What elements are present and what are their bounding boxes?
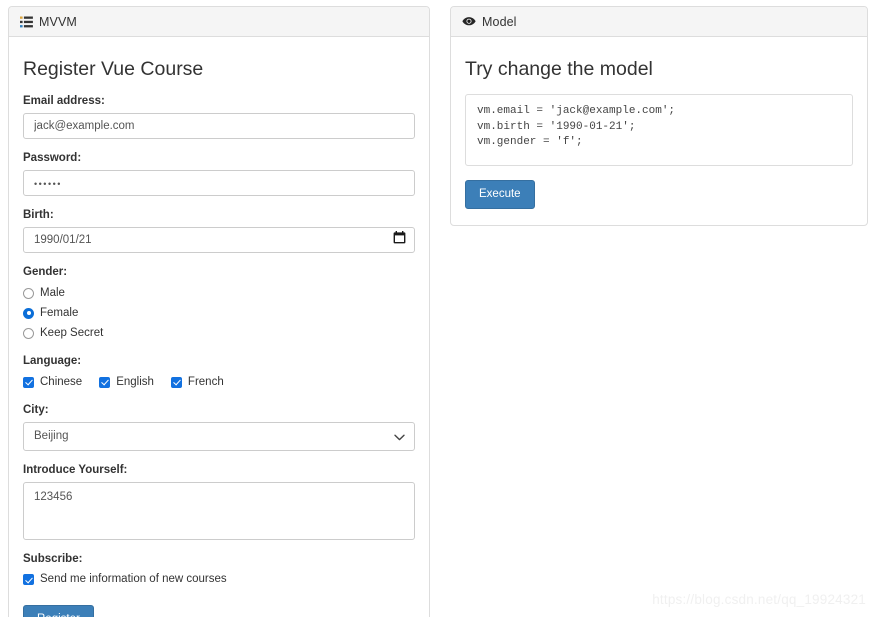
model-heading: Try change the model xyxy=(465,58,653,80)
language-form-group: Language: Chinese English French xyxy=(23,354,415,391)
model-panel-header: Model xyxy=(451,7,867,37)
model-panel-body: Try change the model vm.email = 'jack@ex… xyxy=(451,37,867,210)
checkbox-subscribe[interactable] xyxy=(23,574,34,586)
password-masked-value: •••••• xyxy=(34,179,62,190)
mvvm-panel-title: MVVM xyxy=(39,14,77,29)
language-option-english-label: English xyxy=(116,375,154,388)
language-options: Chinese English French xyxy=(23,373,415,391)
mvvm-panel-header: MVVM xyxy=(9,7,429,37)
register-button[interactable]: Register xyxy=(23,604,94,617)
language-option-chinese-label: Chinese xyxy=(40,375,83,388)
checkbox-chinese[interactable] xyxy=(23,376,34,388)
language-option-french[interactable]: French xyxy=(170,373,224,391)
gender-option-female-label: Female xyxy=(40,306,79,319)
execute-button[interactable]: Execute xyxy=(465,180,535,210)
watermark: https://blog.csdn.net/qq_19924321 xyxy=(652,592,866,607)
model-panel-title: Model xyxy=(482,14,517,29)
email-form-group: Email address: xyxy=(23,94,415,140)
register-form-group: Register xyxy=(23,604,415,617)
language-option-english[interactable]: English xyxy=(99,373,154,391)
gender-option-male-label: Male xyxy=(40,286,65,299)
birth-date-field[interactable] xyxy=(23,227,415,254)
list-icon xyxy=(20,16,33,28)
password-input[interactable]: •••••• xyxy=(23,170,415,197)
gender-option-keep-secret-label: Keep Secret xyxy=(40,326,104,339)
birth-input[interactable] xyxy=(23,227,415,254)
mvvm-panel-body: Register Vue Course Email address: Passw… xyxy=(9,37,429,617)
eye-icon xyxy=(462,16,476,27)
city-form-group: City: Beijing xyxy=(23,403,415,452)
gender-form-group: Gender: Male Female Keep Secret xyxy=(23,265,415,342)
radio-male[interactable] xyxy=(23,287,34,299)
language-label: Language: xyxy=(23,355,82,368)
mvvm-panel: MVVM Register Vue Course Email address: … xyxy=(8,6,430,617)
birth-label: Birth: xyxy=(23,209,54,222)
checkbox-english[interactable] xyxy=(99,376,111,388)
gender-option-female[interactable]: Female xyxy=(23,304,415,322)
city-select[interactable]: Beijing xyxy=(23,422,415,452)
model-panel: Model Try change the model vm.email = 'j… xyxy=(450,6,868,226)
gender-label: Gender: xyxy=(23,266,68,279)
subscribe-option-label: Send me information of new courses xyxy=(40,573,227,586)
app-root: MVVM Register Vue Course Email address: … xyxy=(0,0,876,617)
model-code-editor[interactable]: vm.email = 'jack@example.com'; vm.birth … xyxy=(465,94,853,167)
gender-option-keep-secret[interactable]: Keep Secret xyxy=(23,324,415,342)
language-option-chinese[interactable]: Chinese xyxy=(23,373,82,391)
subscribe-option[interactable]: Send me information of new courses xyxy=(23,571,415,589)
page-title: Register Vue Course xyxy=(23,58,204,80)
password-label: Password: xyxy=(23,152,82,165)
city-select-wrapper[interactable]: Beijing xyxy=(23,422,415,452)
city-selected-value: Beijing xyxy=(34,430,69,443)
introduce-textarea[interactable]: 123456 xyxy=(23,482,415,540)
radio-female[interactable] xyxy=(23,307,34,319)
password-form-group: Password: •••••• xyxy=(23,151,415,197)
birth-form-group: Birth: xyxy=(23,208,415,254)
model-actions: Execute xyxy=(465,180,853,210)
subscribe-label: Subscribe: xyxy=(23,553,83,565)
checkbox-french[interactable] xyxy=(170,376,182,388)
radio-keep-secret[interactable] xyxy=(23,327,34,339)
introduce-label: Introduce Yourself: xyxy=(23,464,128,477)
language-option-french-label: French xyxy=(187,375,224,388)
email-input[interactable] xyxy=(23,113,415,140)
subscribe-form-group: Subscribe: Send me information of new co… xyxy=(23,552,415,589)
city-label: City: xyxy=(23,404,49,417)
email-label: Email address: xyxy=(23,95,105,108)
gender-option-male[interactable]: Male xyxy=(23,284,415,302)
introduce-form-group: Introduce Yourself: 123456 xyxy=(23,463,415,540)
